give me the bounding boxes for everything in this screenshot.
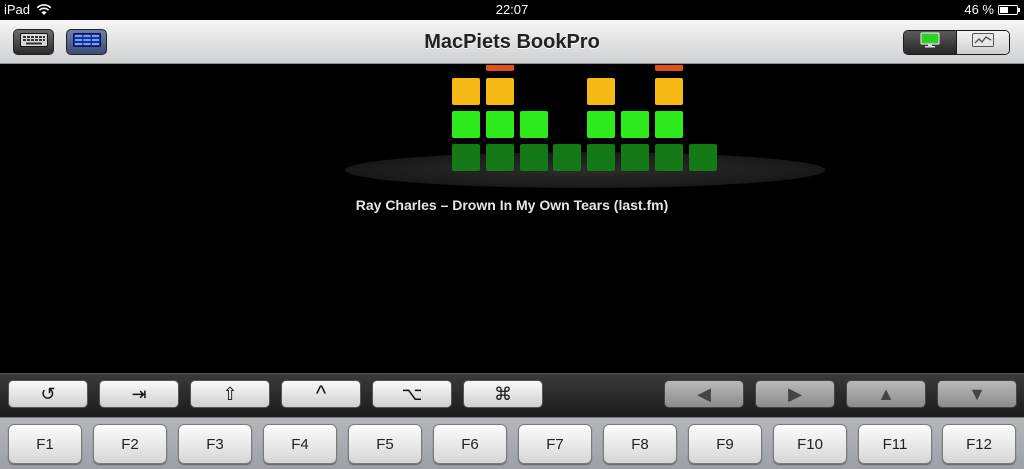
equalizer	[0, 65, 1024, 185]
equalizer-cell	[655, 78, 683, 105]
f2-key[interactable]: F2	[93, 424, 167, 464]
equalizer-cell	[621, 111, 649, 138]
status-bar: iPad 22:07 46 %	[0, 0, 1024, 20]
down-arrow-key[interactable]: ▼	[937, 380, 1017, 408]
f7-key[interactable]: F7	[518, 424, 592, 464]
equalizer-cell	[655, 144, 683, 171]
f4-key[interactable]: F4	[263, 424, 337, 464]
graph-icon	[972, 33, 994, 52]
equalizer-cell	[520, 111, 548, 138]
equalizer-cell	[587, 144, 615, 171]
equalizer-cell	[486, 78, 514, 105]
control-key[interactable]: ^	[281, 380, 361, 408]
left-arrow-key[interactable]: ◀	[664, 380, 744, 408]
function-key-row: F1 F2 F3 F4 F5 F6 F7 F8 F9 F10 F11 F12	[0, 417, 1024, 469]
visualizer-area: Ray Charles – Drown In My Own Tears (las…	[0, 65, 1024, 373]
tab-key[interactable]: ⇥	[99, 380, 179, 408]
f3-key[interactable]: F3	[178, 424, 252, 464]
equalizer-cell	[587, 111, 615, 138]
f9-key[interactable]: F9	[688, 424, 762, 464]
equalizer-cell	[655, 65, 683, 71]
equalizer-cell	[553, 144, 581, 171]
up-arrow-icon: ▲	[877, 383, 895, 404]
view-mode-toggle	[903, 30, 1010, 55]
modifier-key-row: ↺ ⇥ ⇧ ^ ⌥ ⌘ ◀ ▶ ▲ ▼	[0, 373, 1024, 417]
f5-key[interactable]: F5	[348, 424, 422, 464]
command-key[interactable]: ⌘	[463, 380, 543, 408]
right-arrow-key[interactable]: ▶	[755, 380, 835, 408]
battery-percent: 46 %	[964, 2, 994, 17]
right-arrow-icon: ▶	[788, 383, 802, 404]
status-right: 46 %	[964, 2, 1020, 17]
rotate-key[interactable]: ↺	[8, 380, 88, 408]
equalizer-cell	[655, 111, 683, 138]
equalizer-cell	[486, 111, 514, 138]
status-time: 22:07	[495, 2, 529, 17]
equalizer-cell	[621, 144, 649, 171]
down-arrow-icon: ▼	[968, 383, 986, 404]
tab-icon: ⇥	[131, 383, 147, 404]
shift-key[interactable]: ⇧	[190, 380, 270, 408]
page-title: MacPiets BookPro	[424, 31, 600, 53]
f1-key[interactable]: F1	[8, 424, 82, 464]
monitor-icon	[920, 32, 940, 53]
left-arrow-icon: ◀	[697, 383, 711, 404]
shift-icon: ⇧	[222, 383, 238, 404]
command-icon: ⌘	[494, 383, 512, 404]
battery-icon	[998, 4, 1020, 15]
up-arrow-key[interactable]: ▲	[846, 380, 926, 408]
rotate-icon: ↺	[40, 383, 56, 404]
display-mode-button[interactable]	[904, 31, 956, 54]
option-icon: ⌥	[401, 383, 423, 404]
equalizer-cell	[587, 78, 615, 105]
equalizer-cell	[452, 78, 480, 105]
graph-mode-button[interactable]	[956, 31, 1009, 54]
equalizer-cell	[452, 144, 480, 171]
equalizer-cell	[689, 144, 717, 171]
f12-key[interactable]: F12	[942, 424, 1016, 464]
f11-key[interactable]: F11	[858, 424, 932, 464]
f10-key[interactable]: F10	[773, 424, 847, 464]
f6-key[interactable]: F6	[433, 424, 507, 464]
now-playing-track: Ray Charles – Drown In My Own Tears (las…	[355, 197, 669, 213]
equalizer-cell	[486, 144, 514, 171]
f8-key[interactable]: F8	[603, 424, 677, 464]
equalizer-cell	[452, 111, 480, 138]
control-icon: ^	[315, 381, 327, 406]
option-key[interactable]: ⌥	[372, 380, 452, 408]
equalizer-cell	[486, 65, 514, 71]
nav-bar: MacPiets BookPro	[0, 20, 1024, 64]
equalizer-cell	[520, 144, 548, 171]
